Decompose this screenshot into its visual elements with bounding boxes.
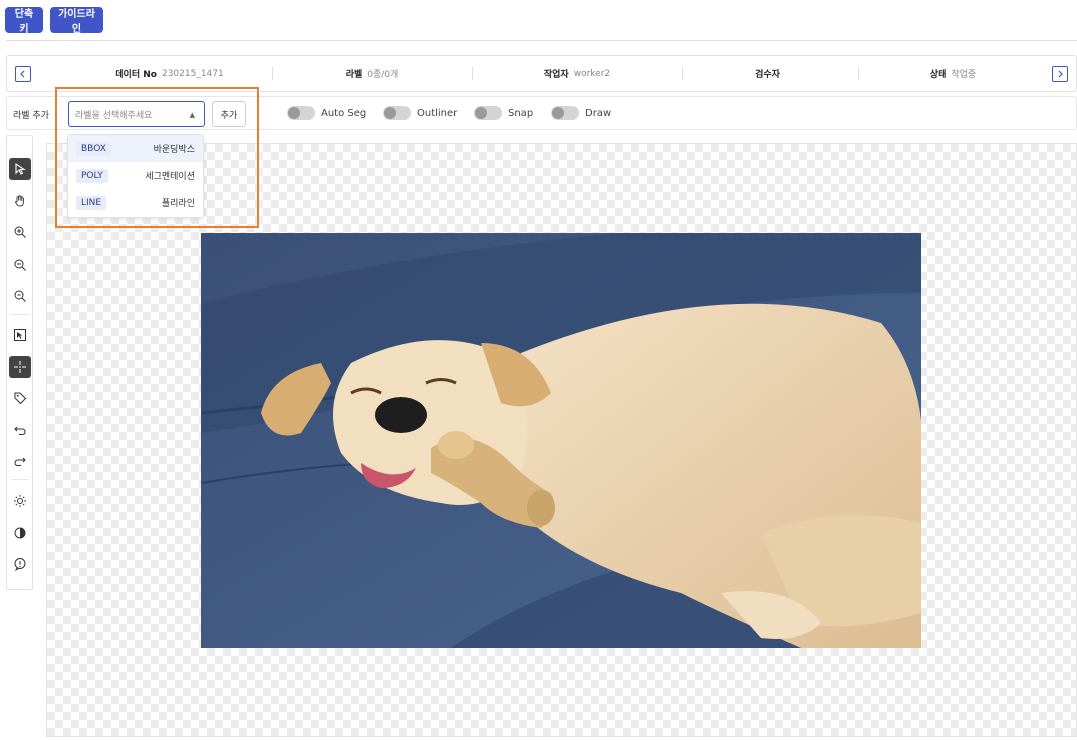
add-label-text: 라벨 추가: [13, 111, 49, 121]
redo-icon: [14, 457, 26, 466]
undo-icon: [14, 426, 26, 435]
dropdown-item-tag: BBOX: [76, 141, 111, 156]
tag-icon: [14, 392, 27, 405]
label-select-placeholder: 라벨을 선택해주세요: [75, 110, 153, 121]
toggle-knob: [552, 107, 564, 119]
dropdown-item-text: 바운딩박스: [153, 145, 195, 155]
redo-tool[interactable]: [9, 450, 31, 472]
info-tool[interactable]: [9, 553, 31, 575]
zoom-fit-icon: [14, 290, 26, 302]
dog-photo: [201, 233, 921, 648]
auto-seg-label: Auto Seg: [321, 107, 367, 119]
dropdown-item-text: 세그멘테이션: [145, 172, 195, 182]
auto-seg-toggle[interactable]: Auto Seg: [287, 106, 366, 120]
tool-separator: [11, 479, 29, 480]
canvas-image[interactable]: [201, 233, 921, 648]
dropdown-item-line[interactable]: LINE 폴리라인: [68, 189, 203, 216]
data-info-bar: 데이터 No 230215_1471 라벨 0종/0개 작업자 worker2 …: [6, 55, 1077, 92]
zoom-in-tool[interactable]: [9, 221, 31, 243]
crosshair-icon: [14, 361, 26, 373]
contrast-icon: [14, 527, 26, 539]
pointer-tool[interactable]: [9, 158, 31, 180]
zoom-out-icon: [14, 259, 26, 271]
hand-icon: [15, 195, 24, 207]
status-label: 상태: [929, 70, 947, 80]
toggle-track: [383, 106, 411, 120]
zoom-fit-tool[interactable]: [9, 285, 31, 307]
dropdown-item-bbox[interactable]: BBOX 바운딩박스: [68, 135, 203, 162]
toggle-knob: [475, 107, 487, 119]
dropdown-item-tag: POLY: [76, 168, 108, 183]
toggle-track: [287, 106, 315, 120]
label-toolbar: 라벨 추가 라벨을 선택해주세요 ▲ 추가 Auto Seg Outliner …: [6, 96, 1077, 130]
chevron-right-icon: [1058, 70, 1063, 78]
toggle-track: [551, 106, 579, 120]
select-box-icon: [14, 329, 26, 341]
worker-value: worker2: [573, 68, 611, 79]
dropdown-item-text: 폴리라인: [161, 199, 195, 209]
label-count-label: 라벨: [345, 70, 363, 80]
left-tool-panel: [6, 135, 33, 590]
outliner-toggle[interactable]: Outliner: [383, 106, 457, 120]
zoom-out-tool[interactable]: [9, 254, 31, 276]
toggle-track: [474, 106, 502, 120]
tool-separator: [11, 314, 29, 315]
next-data-button[interactable]: [1052, 66, 1068, 82]
brightness-tool[interactable]: [9, 490, 31, 512]
brightness-icon: [14, 495, 26, 507]
header-divider: [6, 40, 1077, 41]
contrast-tool[interactable]: [9, 522, 31, 544]
outliner-label: Outliner: [417, 107, 458, 119]
select-box-tool[interactable]: [9, 324, 31, 346]
dropdown-item-poly[interactable]: POLY 세그멘테이션: [68, 162, 203, 189]
label-count-value: 0종/0개: [367, 70, 399, 80]
inspector-field: 검수자: [682, 56, 858, 91]
zoom-in-icon: [14, 226, 26, 238]
info-icon: [14, 558, 26, 571]
data-no-field: 데이터 No 230215_1471: [67, 56, 272, 91]
prev-data-button[interactable]: [15, 66, 31, 82]
label-dropdown: BBOX 바운딩박스 POLY 세그멘테이션 LINE 폴리라인: [67, 134, 204, 218]
data-no-value: 230215_1471: [161, 68, 224, 79]
toggle-knob: [384, 107, 396, 119]
hand-tool[interactable]: [9, 190, 31, 212]
label-count-field: 라벨 0종/0개: [272, 56, 472, 91]
pointer-icon: [15, 162, 26, 175]
data-no-label: 데이터 No: [115, 70, 157, 80]
tag-tool[interactable]: [9, 387, 31, 409]
draw-toggle[interactable]: Draw: [551, 106, 611, 120]
snap-toggle[interactable]: Snap: [474, 106, 533, 120]
undo-tool[interactable]: [9, 419, 31, 441]
caret-up-icon: ▲: [189, 111, 195, 119]
crosshair-tool[interactable]: [9, 356, 31, 378]
inspector-label: 검수자: [755, 70, 780, 80]
status-value: 작업중: [951, 70, 977, 80]
label-select[interactable]: 라벨을 선택해주세요 ▲: [68, 101, 205, 127]
worker-field: 작업자 worker2: [472, 56, 682, 91]
shortcut-button[interactable]: 단축키: [5, 7, 43, 35]
toggle-knob: [288, 107, 300, 119]
draw-label: Draw: [585, 107, 612, 119]
status-field: 상태 작업중: [858, 56, 1048, 91]
snap-label: Snap: [508, 107, 534, 119]
guideline-button[interactable]: 가이드라인: [50, 7, 103, 35]
worker-label: 작업자: [543, 70, 569, 80]
dropdown-item-tag: LINE: [76, 195, 107, 210]
add-label-button[interactable]: 추가: [212, 101, 246, 127]
chevron-left-icon: [20, 70, 25, 78]
